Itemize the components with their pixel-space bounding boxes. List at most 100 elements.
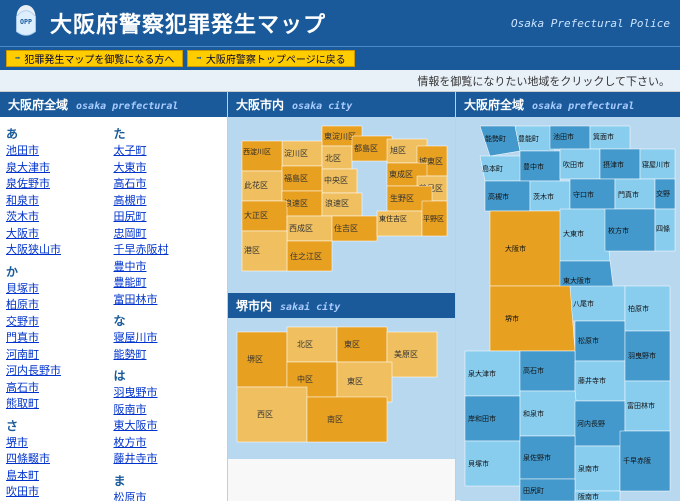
sumiyoshi-label: 住吉区 [334,223,358,233]
suita-label: 吹田市 [563,160,584,169]
fujiidera-label: 藤井寺市 [578,376,606,385]
osaka-city-map-svg[interactable]: 東淀川区 淀川区 西淀川区 北区 都島区 旭区 城東区 福島区 中央区 [232,121,450,286]
link-osakasayama[interactable]: 大阪狭山市 [6,242,114,259]
link-kashiwara[interactable]: 柏原市 [6,297,114,314]
nishinarri-label: 西成区 [289,223,313,233]
link-matsubara[interactable]: 松原市 [114,490,222,501]
nishi-ku-label: 西区 [257,410,273,419]
namba-label: 浪速区 [325,198,349,208]
link-tondabayashi[interactable]: 富田林市 [114,292,222,309]
link-taishi[interactable]: 太子町 [114,143,222,160]
kadoma-label: 門真市 [618,190,639,199]
link-tadaoka[interactable]: 忠岡町 [114,226,222,243]
right-panel: 大阪府全域 osaka prefectural 能勢町 豊能町 池田市 箕面市 … [456,92,680,501]
higashisumiyoshi-label: 東住吉区 [379,214,407,223]
sakai-ku-label: 堺区 [247,354,263,364]
mihara-ku-label: 美原区 [394,349,418,359]
nav-btn-top[interactable]: ➡ 大阪府警察トップページに戻る [187,50,354,67]
osaka-city-map-container[interactable]: 東淀川区 淀川区 西淀川区 北区 都島区 旭区 城東区 福島区 中央区 [228,117,455,293]
sakai-city-header: 堺市内 sakai city [228,293,455,318]
sakai-pref-label: 堺市 [505,314,519,323]
higashi-ku-label: 東区 [344,339,360,349]
kita-label: 北区 [325,154,341,163]
link-tajiri[interactable]: 田尻町 [114,209,222,226]
minato-label: 港区 [244,245,260,255]
link-shijyonawate[interactable]: 四條畷市 [6,451,114,468]
link-kisaichi[interactable]: 高石市 [6,380,114,397]
nav-btn-top-label: 大阪府警察トップページに戻る [206,51,346,66]
link-izumiotsu[interactable]: 泉大津市 [6,160,114,177]
link-toyono[interactable]: 豊能町 [114,275,222,292]
matsubara-label: 松原市 [578,336,599,345]
konohana-label: 此花区 [244,180,268,190]
sidebar: 大阪府全域 osaka prefectural あ 池田市 泉大津市 泉佐野市 … [0,92,228,501]
link-hirakata[interactable]: 枚方市 [114,435,222,452]
link-kumatori[interactable]: 熊取町 [6,396,114,413]
link-ikeda[interactable]: 池田市 [6,143,114,160]
osaka-city-title: 大阪市内 [236,96,284,113]
link-daito[interactable]: 大東市 [114,160,222,177]
fukushima-label: 福島区 [284,173,308,183]
katano-label: 交野 [656,189,670,198]
sakai-pref-polygon[interactable] [490,286,575,351]
osaka-city-pref-label: 大阪市 [505,244,526,253]
moriguchi-label: 守口市 [573,190,594,199]
miyakojima-label: 都島区 [354,143,378,153]
link-fujiidera[interactable]: 藤井寺市 [114,451,222,468]
neyagawa-label: 寝屋川市 [642,160,670,169]
nishiyodogawa-district[interactable] [242,141,282,171]
instruction-bar: 情報を御覧になりたい地域をクリックして下さい。 [0,70,680,92]
link-toyonaka[interactable]: 豊中市 [114,259,222,276]
taisho-label: 大正区 [244,210,268,220]
link-kadoma[interactable]: 門真市 [6,330,114,347]
link-takaishi[interactable]: 高石市 [114,176,222,193]
higashiosaka-label: 東大阪市 [563,276,591,285]
link-habikino[interactable]: 羽曳野市 [114,385,222,402]
higashisakai-ku[interactable] [337,362,392,402]
takatsuki-label: 高槻市 [488,192,509,201]
page-title: 大阪府警察犯罪発生マップ [50,7,326,39]
link-osaka[interactable]: 大阪市 [6,226,114,243]
suminoe-label: 住之江区 [290,251,322,261]
senboku-label: 泉南市 [578,464,599,473]
link-katano[interactable]: 交野市 [6,314,114,331]
kana-ta: た [114,125,222,142]
kashiwara-label: 柏原市 [628,304,649,313]
link-higashiosaka[interactable]: 東大阪市 [114,418,222,435]
link-kawachinagano[interactable]: 河内長野市 [6,363,114,380]
minami-ku[interactable] [307,397,387,442]
sakai-map-svg[interactable]: 堺区 北区 東区 美原区 中区 東区 西区 南区 [232,322,450,452]
link-nose[interactable]: 能勢町 [114,347,222,364]
izumisano-label: 泉佐野市 [523,453,551,462]
nav-btn-map[interactable]: ➡ 犯罪発生マップを御覧になる方へ [6,50,183,67]
tajiri-label: 田尻町 [523,487,544,495]
osaka-city-polygon[interactable] [490,211,570,286]
link-shimamoto[interactable]: 島本町 [6,468,114,485]
sidebar-title: 大阪府全域 [8,96,68,113]
hirakata-label: 枚方市 [608,226,629,235]
link-izumisano[interactable]: 泉佐野市 [6,176,114,193]
svg-text:OPP: OPP [20,18,32,26]
link-kaizuka[interactable]: 貝塚市 [6,281,114,298]
link-chihayaakasaka[interactable]: 千早赤阪村 [114,242,222,259]
link-ibaraki[interactable]: 茨木市 [6,209,114,226]
link-hannan[interactable]: 阪南市 [114,402,222,419]
takaishi-label: 高石市 [523,366,544,375]
izumi-label: 和泉市 [523,409,544,418]
sakai-map-container[interactable]: 堺区 北区 東区 美原区 中区 東区 西区 南区 [228,318,455,459]
sidebar-header: 大阪府全域 osaka prefectural [0,92,227,117]
higashinari-label: 東成区 [389,169,413,179]
link-takatsuki[interactable]: 高槻市 [114,193,222,210]
asahi-label: 旭区 [390,145,406,155]
toyono-label: 豊能町 [518,134,539,143]
link-neyagawa[interactable]: 寝屋川市 [114,330,222,347]
link-kawamicho[interactable]: 河南町 [6,347,114,364]
chuo-label: 中央区 [324,175,348,185]
arrow-icon-2: ➡ [196,54,201,64]
prefecture-map-svg[interactable]: 能勢町 豊能町 池田市 箕面市 島本町 豊中市 吹田市 摂津市 寝屋川市 [460,121,680,501]
link-suita[interactable]: 吹田市 [6,484,114,501]
arrow-icon: ➡ [15,54,20,64]
link-izumi[interactable]: 和泉市 [6,193,114,210]
pref-map-container[interactable]: 能勢町 豊能町 池田市 箕面市 島本町 豊中市 吹田市 摂津市 寝屋川市 [456,117,680,500]
link-sakai[interactable]: 堺市 [6,435,114,452]
